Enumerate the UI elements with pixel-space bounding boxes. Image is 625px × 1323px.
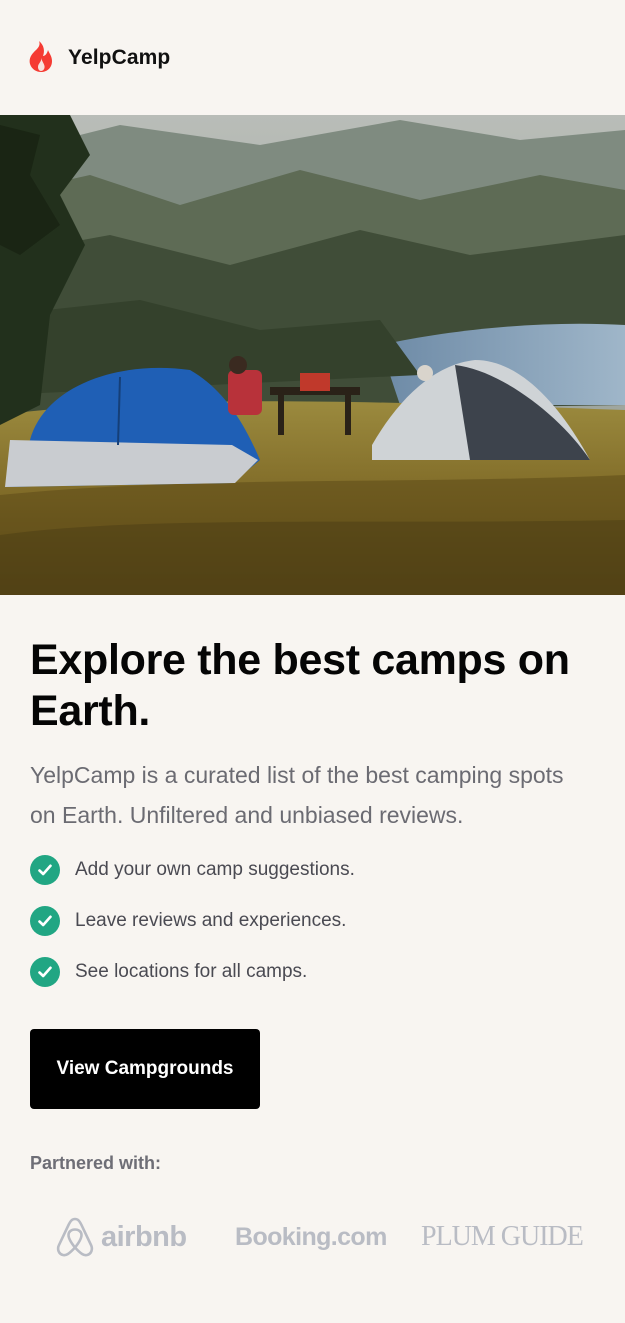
brand-name[interactable]: YelpCamp	[68, 46, 170, 70]
partner-logo-plum-guide: PLUM GUIDE	[421, 1221, 584, 1252]
check-circle-icon	[30, 906, 60, 936]
page-title: Explore the best camps on Earth.	[30, 636, 570, 735]
feature-text: Leave reviews and experiences.	[75, 910, 347, 931]
check-circle-icon	[30, 855, 60, 885]
list-item: Leave reviews and experiences.	[30, 906, 590, 936]
partner-logos: airbnb Booking.com PLUM GUIDE	[55, 1213, 595, 1261]
list-item: See locations for all camps.	[30, 957, 590, 987]
feature-text: Add your own camp suggestions.	[75, 859, 355, 880]
partner-name: airbnb	[101, 1220, 187, 1253]
check-circle-icon	[30, 957, 60, 987]
airbnb-icon	[56, 1217, 94, 1257]
partner-logo-airbnb: airbnb	[55, 1213, 187, 1261]
hero-image	[0, 115, 625, 595]
list-item: Add your own camp suggestions.	[30, 855, 590, 885]
feature-text: See locations for all camps.	[75, 961, 308, 982]
partners-label: Partnered with:	[30, 1153, 162, 1173]
flame-icon[interactable]	[28, 40, 54, 72]
view-campgrounds-button[interactable]: View Campgrounds	[30, 1029, 260, 1109]
lead-paragraph: YelpCamp is a curated list of the best c…	[30, 762, 564, 828]
site-header: YelpCamp	[0, 0, 625, 115]
partner-logo-booking: Booking.com	[235, 1222, 387, 1251]
feature-list: Add your own camp suggestions. Leave rev…	[30, 855, 590, 1008]
